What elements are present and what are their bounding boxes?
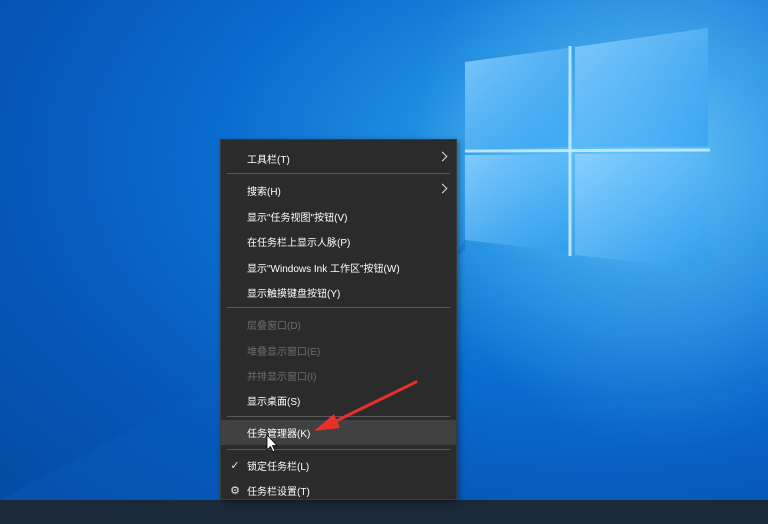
menu-item-label: 锁定任务栏(L) — [247, 461, 310, 473]
menu-item-label: 显示桌面(S) — [247, 396, 301, 408]
taskbar[interactable] — [0, 500, 768, 524]
menu-item-show-task-view-button[interactable]: 显示"任务视图"按钮(V) — [221, 204, 456, 228]
menu-item-search[interactable]: 搜索(H) — [221, 178, 456, 202]
menu-item-label: 层叠窗口(D) — [247, 320, 301, 332]
menu-item-show-desktop[interactable]: 显示桌面(S) — [221, 388, 456, 412]
menu-separator — [227, 307, 450, 308]
menu-item-side-by-side-windows: 并排显示窗口(I) — [221, 363, 456, 387]
menu-item-show-touch-keyboard-button[interactable]: 显示触摸键盘按钮(Y) — [221, 280, 456, 304]
menu-item-label: 搜索(H) — [247, 186, 281, 198]
taskbar-context-menu: 工具栏(T) 搜索(H) 显示"任务视图"按钮(V) 在任务栏上显示人脉(P) … — [220, 139, 457, 500]
menu-item-lock-taskbar[interactable]: ✓ 锁定任务栏(L) — [221, 453, 456, 477]
menu-item-show-windows-ink-button[interactable]: 显示"Windows Ink 工作区"按钮(W) — [221, 255, 456, 279]
logo-pane-bottom-left — [465, 154, 568, 252]
menu-item-task-manager[interactable]: 任务管理器(K) — [221, 420, 456, 445]
menu-item-label: 堆叠显示窗口(E) — [247, 346, 321, 358]
logo-pane-bottom-right — [575, 153, 708, 270]
menu-item-toolbars[interactable]: 工具栏(T) — [221, 146, 456, 170]
menu-item-taskbar-settings[interactable]: ⚙ 任务栏设置(T) — [221, 478, 456, 499]
menu-item-label: 任务栏设置(T) — [247, 486, 310, 498]
menu-item-label: 显示触摸键盘按钮(Y) — [247, 288, 341, 300]
menu-item-label: 任务管理器(K) — [247, 429, 311, 440]
menu-item-cascade-windows: 层叠窗口(D) — [221, 312, 456, 336]
menu-item-label: 显示"任务视图"按钮(V) — [247, 212, 348, 224]
menu-item-stack-windows: 堆叠显示窗口(E) — [221, 338, 456, 362]
chevron-right-icon — [437, 151, 448, 162]
chevron-right-icon — [437, 183, 448, 194]
menu-item-label: 并排显示窗口(I) — [247, 371, 317, 383]
menu-separator — [227, 173, 450, 174]
menu-separator — [227, 449, 450, 450]
menu-item-label: 工具栏(T) — [247, 154, 290, 166]
logo-pane-top-left — [465, 48, 568, 149]
menu-separator — [227, 416, 450, 417]
menu-item-show-people[interactable]: 在任务栏上显示人脉(P) — [221, 229, 456, 253]
logo-pane-top-right — [575, 28, 708, 147]
menu-item-label: 在任务栏上显示人脉(P) — [247, 237, 351, 249]
checkmark-icon: ✓ — [230, 459, 240, 472]
menu-item-label: 显示"Windows Ink 工作区"按钮(W) — [247, 263, 400, 275]
gear-icon: ⚙ — [230, 484, 240, 497]
